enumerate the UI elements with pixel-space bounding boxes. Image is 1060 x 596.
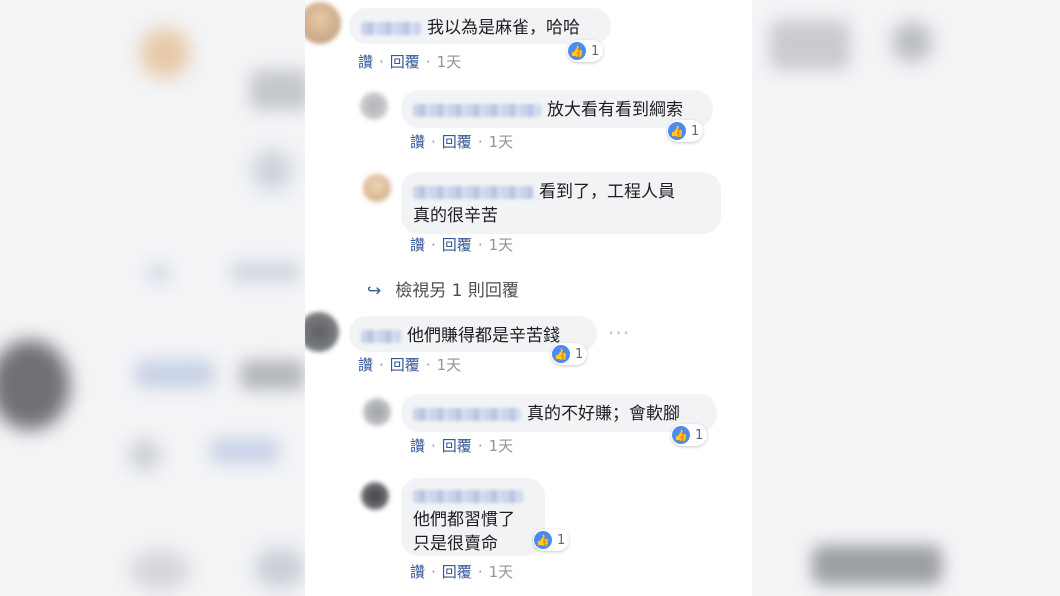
reply-button[interactable]: 回覆 xyxy=(442,437,472,455)
author-name[interactable] xyxy=(413,103,541,117)
reply-comment: 看到了，工程人員 真的很辛苦 讚 · 回覆 · 1天 xyxy=(305,168,752,268)
comment-bubble: 我以為是麻雀，哈哈 xyxy=(349,8,611,44)
comment-bubble: 放大看有看到綱索 xyxy=(401,90,713,128)
timestamp[interactable]: 1天 xyxy=(489,563,514,581)
comment-feed: 我以為是麻雀，哈哈 👍 1 讚 · 回覆 · 1天 放大看有看到綱索 👍 1 讚 · 回覆 · 1天… xyxy=(305,0,752,596)
comment-text: 我以為是麻雀，哈哈 xyxy=(427,18,580,38)
comment: 他們賺得都是辛苦錢 ··· 👍 1 讚 · 回覆 · 1天 xyxy=(305,308,752,380)
comment-text: 真的不好賺；會軟腳 xyxy=(527,404,680,424)
comment-text: 他們賺得都是辛苦錢 xyxy=(407,326,560,346)
reply-button[interactable]: 回覆 xyxy=(390,53,420,71)
author-name[interactable] xyxy=(413,407,521,421)
comment-actions: 讚 · 回覆 · 1天 xyxy=(410,236,514,254)
timestamp[interactable]: 1天 xyxy=(437,356,462,374)
reply-button[interactable]: 回覆 xyxy=(442,236,472,254)
reply-button[interactable]: 回覆 xyxy=(390,356,420,374)
reply-comment: 放大看有看到綱索 👍 1 讚 · 回覆 · 1天 xyxy=(305,80,752,160)
view-more-replies-label: 檢視另 1 則回覆 xyxy=(395,281,519,301)
comment-text-line2: 真的很辛苦 xyxy=(413,206,498,226)
comment-actions: 讚 · 回覆 · 1天 xyxy=(358,53,462,71)
comment-bubble: 真的不好賺；會軟腳 xyxy=(401,394,717,432)
thumbs-up-icon: 👍 xyxy=(534,531,552,549)
comment-actions: 讚 · 回覆 · 1天 xyxy=(410,133,514,151)
comment-bubble: 他們都習慣了 只是很賣命 xyxy=(401,478,545,556)
reply-arrow-icon: ↪ xyxy=(367,281,382,301)
reaction-count[interactable]: 👍 1 xyxy=(551,343,588,365)
thumbs-up-icon: 👍 xyxy=(668,122,686,140)
view-more-replies-link[interactable]: ↪ 檢視另 1 則回覆 xyxy=(367,276,519,301)
like-button[interactable]: 讚 xyxy=(410,236,425,254)
avatar[interactable] xyxy=(363,398,391,426)
reaction-count[interactable]: 👍 1 xyxy=(533,529,570,551)
comment-text-line1: 看到了，工程人員 xyxy=(539,182,675,202)
reply-comment: 他們都習慣了 只是很賣命 👍 1 讚 · 回覆 · 1天 xyxy=(305,474,752,596)
author-name[interactable] xyxy=(413,489,523,503)
like-button[interactable]: 讚 xyxy=(410,563,425,581)
comment-text-line2: 只是很賣命 xyxy=(413,534,498,554)
thumbs-up-icon: 👍 xyxy=(568,42,586,60)
author-name[interactable] xyxy=(361,329,401,343)
blurred-background-right xyxy=(752,0,1060,596)
reaction-count[interactable]: 👍 1 xyxy=(671,424,708,446)
timestamp[interactable]: 1天 xyxy=(489,133,514,151)
timestamp[interactable]: 1天 xyxy=(437,53,462,71)
like-button[interactable]: 讚 xyxy=(410,437,425,455)
avatar[interactable] xyxy=(361,482,389,510)
reaction-count[interactable]: 👍 1 xyxy=(667,120,704,142)
comment-actions: 讚 · 回覆 · 1天 xyxy=(410,563,514,581)
timestamp[interactable]: 1天 xyxy=(489,437,514,455)
comment-actions: 讚 · 回覆 · 1天 xyxy=(410,437,514,455)
comment-text: 放大看有看到綱索 xyxy=(547,100,683,120)
like-button[interactable]: 讚 xyxy=(358,356,373,374)
comment: 我以為是麻雀，哈哈 👍 1 讚 · 回覆 · 1天 xyxy=(305,0,752,80)
more-options-icon[interactable]: ··· xyxy=(608,321,630,345)
reply-button[interactable]: 回覆 xyxy=(442,133,472,151)
author-name[interactable] xyxy=(361,21,421,35)
like-button[interactable]: 讚 xyxy=(410,133,425,151)
reply-comment: 真的不好賺；會軟腳 👍 1 讚 · 回覆 · 1天 xyxy=(305,390,752,462)
avatar[interactable] xyxy=(305,2,341,44)
reply-button[interactable]: 回覆 xyxy=(442,563,472,581)
thumbs-up-icon: 👍 xyxy=(552,345,570,363)
comment-bubble: 看到了，工程人員 真的很辛苦 xyxy=(401,172,721,234)
comment-actions: 讚 · 回覆 · 1天 xyxy=(358,356,462,374)
timestamp[interactable]: 1天 xyxy=(489,236,514,254)
author-name[interactable] xyxy=(413,185,533,199)
comment-text-line1: 他們都習慣了 xyxy=(413,510,515,530)
avatar[interactable] xyxy=(305,312,339,352)
reaction-count[interactable]: 👍 1 xyxy=(567,40,604,62)
avatar[interactable] xyxy=(363,174,391,202)
thumbs-up-icon: 👍 xyxy=(672,426,690,444)
avatar[interactable] xyxy=(360,92,388,120)
blurred-background-left xyxy=(0,0,305,596)
like-button[interactable]: 讚 xyxy=(358,53,373,71)
